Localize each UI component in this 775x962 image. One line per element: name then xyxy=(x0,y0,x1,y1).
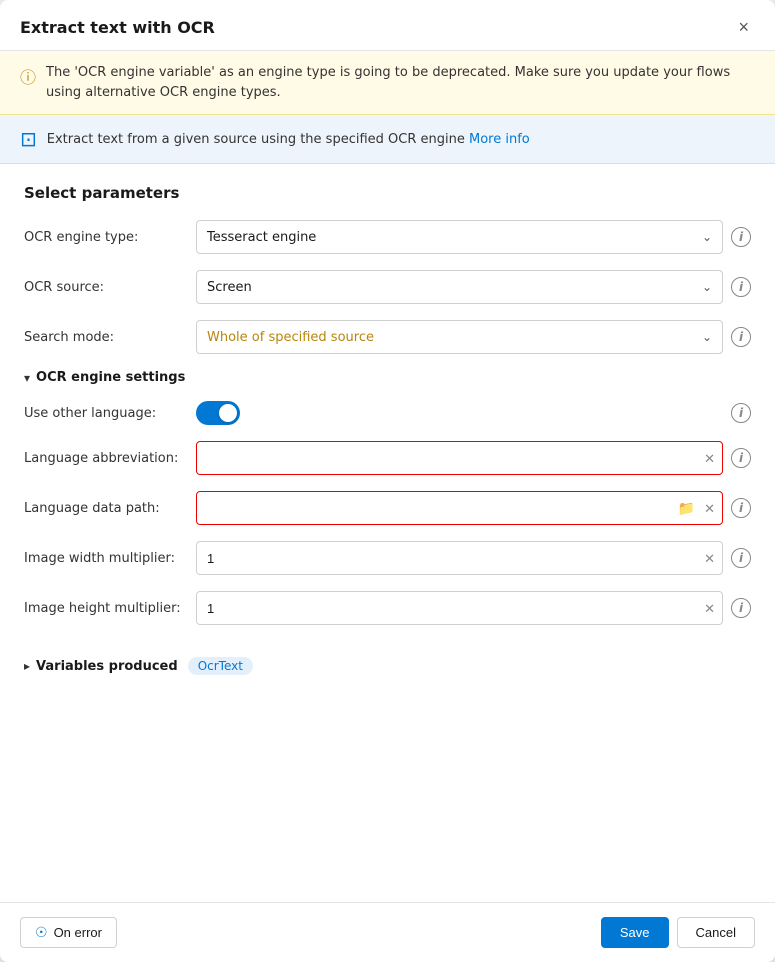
ocr-source-info-icon[interactable]: i xyxy=(731,277,751,297)
image-height-multiplier-control: ✕ i xyxy=(196,591,751,625)
dialog-title: Extract text with OCR xyxy=(20,18,215,37)
search-mode-row: Search mode: Whole of specified source ⌄… xyxy=(24,320,751,354)
info-banner: ⊡ Extract text from a given source using… xyxy=(0,115,775,164)
language-abbreviation-control: ✕ i xyxy=(196,441,751,475)
search-mode-dropdown[interactable]: Whole of specified source ⌄ xyxy=(196,320,723,354)
language-abbreviation-input[interactable] xyxy=(196,441,723,475)
image-height-multiplier-label: Image height multiplier: xyxy=(24,601,184,616)
ocr-engine-settings-header[interactable]: ▾ OCR engine settings xyxy=(24,370,751,385)
ocr-source-label: OCR source: xyxy=(24,280,184,295)
cancel-button[interactable]: Cancel xyxy=(677,917,755,948)
ocr-source-dropdown[interactable]: Screen ⌄ xyxy=(196,270,723,304)
ocr-engine-type-value: Tesseract engine xyxy=(207,230,702,245)
image-width-multiplier-row: Image width multiplier: ✕ i xyxy=(24,541,751,575)
image-width-multiplier-control: ✕ i xyxy=(196,541,751,575)
collapse-arrow-icon: ▾ xyxy=(24,371,30,385)
ocr-engine-type-label: OCR engine type: xyxy=(24,230,184,245)
image-height-multiplier-info-icon[interactable]: i xyxy=(731,598,751,618)
ocr-engine-type-control: Tesseract engine ⌄ i xyxy=(196,220,751,254)
on-error-button[interactable]: ☉ On error xyxy=(20,917,117,948)
ocr-engine-settings-section: ▾ OCR engine settings Use other language… xyxy=(24,370,751,625)
language-abbreviation-wrapper: ✕ xyxy=(196,441,723,475)
close-button[interactable]: × xyxy=(732,16,755,38)
language-data-path-input[interactable] xyxy=(196,491,723,525)
ocr-source-control: Screen ⌄ i xyxy=(196,270,751,304)
variable-badge: OcrText xyxy=(188,657,253,675)
image-height-multiplier-clear-button[interactable]: ✕ xyxy=(704,602,715,615)
image-height-multiplier-input[interactable] xyxy=(196,591,723,625)
more-info-link[interactable]: More info xyxy=(469,132,530,147)
use-other-language-toggle[interactable] xyxy=(196,401,240,425)
chevron-down-icon: ⌄ xyxy=(702,330,712,344)
variables-produced-label[interactable]: ▸ Variables produced xyxy=(24,659,178,674)
use-other-language-control: i xyxy=(196,401,751,425)
language-abbreviation-label: Language abbreviation: xyxy=(24,451,184,466)
chevron-down-icon: ⌄ xyxy=(702,230,712,244)
footer-left: ☉ On error xyxy=(20,917,117,948)
ocr-engine-type-dropdown[interactable]: Tesseract engine ⌄ xyxy=(196,220,723,254)
image-width-multiplier-clear-button[interactable]: ✕ xyxy=(704,552,715,565)
ocr-source-row: OCR source: Screen ⌄ i xyxy=(24,270,751,304)
ocr-engine-settings-label: OCR engine settings xyxy=(36,370,185,385)
toggle-track xyxy=(196,401,240,425)
search-mode-control: Whole of specified source ⌄ i xyxy=(196,320,751,354)
dialog-footer: ☉ On error Save Cancel xyxy=(0,902,775,962)
language-abbreviation-row: Language abbreviation: ✕ i xyxy=(24,441,751,475)
dialog-header: Extract text with OCR × xyxy=(0,0,775,51)
image-width-multiplier-input[interactable] xyxy=(196,541,723,575)
warning-text: The 'OCR engine variable' as an engine t… xyxy=(46,63,755,102)
browse-folder-button[interactable]: 📁 xyxy=(678,501,695,515)
variables-row: ▸ Variables produced OcrText xyxy=(24,649,751,675)
use-other-language-info-icon[interactable]: i xyxy=(731,403,751,423)
search-mode-value: Whole of specified source xyxy=(207,330,702,345)
section-title: Select parameters xyxy=(24,184,751,202)
ocr-icon: ⊡ xyxy=(20,127,37,151)
ocr-engine-type-row: OCR engine type: Tesseract engine ⌄ i xyxy=(24,220,751,254)
info-banner-text: Extract text from a given source using t… xyxy=(47,132,530,147)
dialog-body: Select parameters OCR engine type: Tesse… xyxy=(0,164,775,902)
save-button[interactable]: Save xyxy=(601,917,669,948)
language-data-path-control: 📁 ✕ i xyxy=(196,491,751,525)
use-other-language-label: Use other language: xyxy=(24,406,184,421)
toggle-thumb xyxy=(219,404,237,422)
image-height-multiplier-row: Image height multiplier: ✕ i xyxy=(24,591,751,625)
footer-right: Save Cancel xyxy=(601,917,755,948)
language-abbreviation-clear-button[interactable]: ✕ xyxy=(704,452,715,465)
image-width-multiplier-info-icon[interactable]: i xyxy=(731,548,751,568)
warning-banner: ⓘ The 'OCR engine variable' as an engine… xyxy=(0,51,775,115)
image-height-multiplier-wrapper: ✕ xyxy=(196,591,723,625)
warning-icon: ⓘ xyxy=(20,64,36,88)
language-data-path-info-icon[interactable]: i xyxy=(731,498,751,518)
dialog: Extract text with OCR × ⓘ The 'OCR engin… xyxy=(0,0,775,962)
shield-icon: ☉ xyxy=(35,924,48,941)
language-data-path-wrapper: 📁 ✕ xyxy=(196,491,723,525)
image-width-multiplier-wrapper: ✕ xyxy=(196,541,723,575)
ocr-source-value: Screen xyxy=(207,280,702,295)
ocr-engine-type-info-icon[interactable]: i xyxy=(731,227,751,247)
search-mode-label: Search mode: xyxy=(24,330,184,345)
search-mode-info-icon[interactable]: i xyxy=(731,327,751,347)
language-data-path-row: Language data path: 📁 ✕ i xyxy=(24,491,751,525)
language-data-path-clear-button[interactable]: ✕ xyxy=(704,502,715,515)
use-other-language-row: Use other language: i xyxy=(24,401,751,425)
language-abbreviation-info-icon[interactable]: i xyxy=(731,448,751,468)
language-data-path-label: Language data path: xyxy=(24,501,184,516)
chevron-down-icon: ⌄ xyxy=(702,280,712,294)
variables-arrow-icon: ▸ xyxy=(24,659,30,673)
image-width-multiplier-label: Image width multiplier: xyxy=(24,551,184,566)
